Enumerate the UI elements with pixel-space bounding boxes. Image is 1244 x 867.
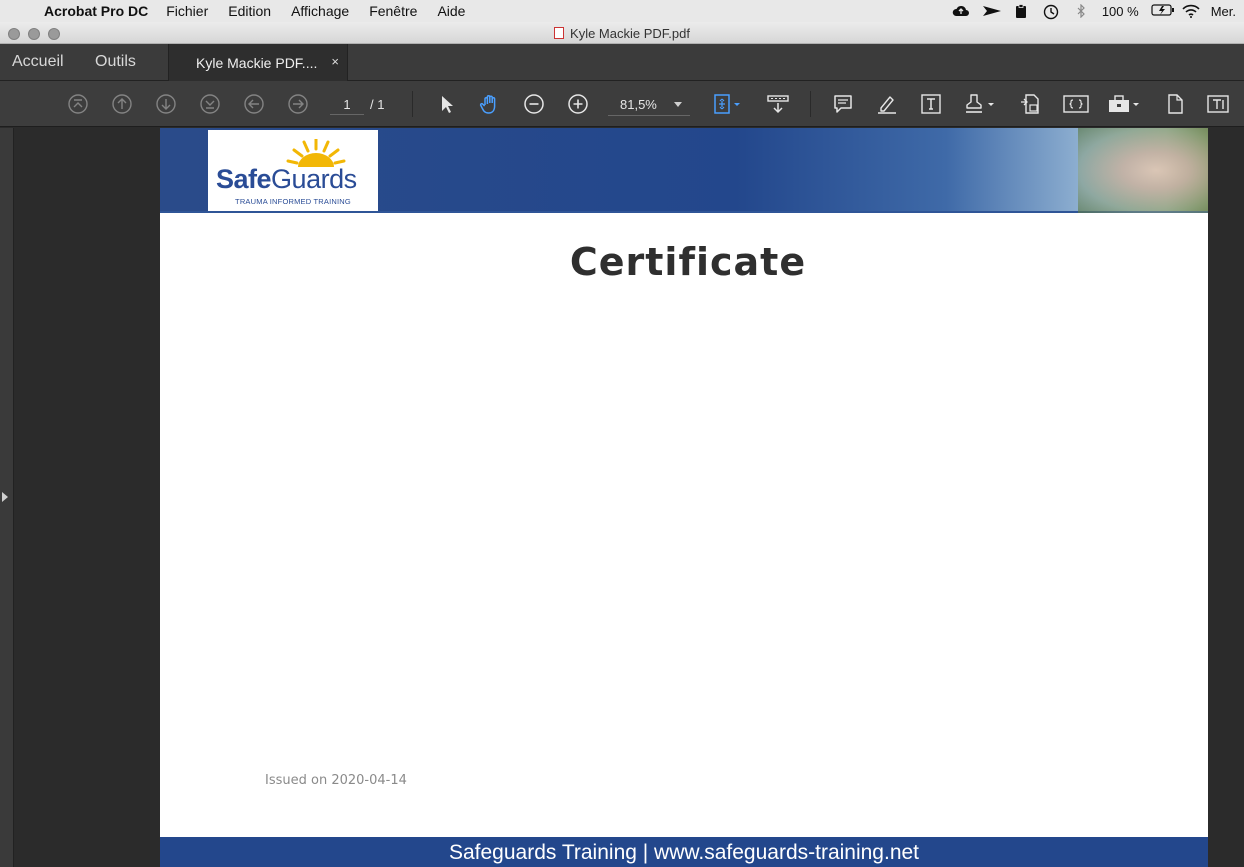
code-braces-icon[interactable] (1062, 92, 1090, 116)
scroll-mode-icon[interactable] (766, 92, 790, 116)
pdf-file-icon (554, 27, 565, 39)
fit-page-icon[interactable] (710, 92, 744, 116)
tab-outils[interactable]: Outils (95, 53, 136, 71)
hand-tool-icon[interactable] (478, 92, 502, 116)
document-background (1208, 128, 1244, 867)
previous-page-icon[interactable] (110, 92, 134, 116)
zoom-level-value: 81,5% (620, 97, 657, 112)
page-number-input[interactable]: 1 (330, 95, 364, 115)
window-title: Kyle Mackie PDF.pdf (0, 26, 1244, 41)
menu-bar: Acrobat Pro DC Fichier Edition Affichage… (0, 0, 1244, 22)
form-field-icon[interactable] (1206, 92, 1230, 116)
window-title-text: Kyle Mackie PDF.pdf (570, 26, 690, 41)
page-total: / 1 (370, 97, 385, 112)
next-page-icon[interactable] (154, 92, 178, 116)
menu-affichage[interactable]: Affichage (291, 3, 349, 19)
page-icon[interactable] (1163, 92, 1187, 116)
logo-tagline: TRAUMA INFORMED TRAINING (235, 197, 351, 206)
time-machine-icon[interactable] (1042, 4, 1060, 20)
bluetooth-icon[interactable] (1072, 3, 1090, 19)
main-toolbar: 1 / 1 81,5% (0, 81, 1244, 127)
menu-fichier[interactable]: Fichier (166, 3, 208, 19)
certificate-footer: Safeguards Training | www.safeguards-tra… (160, 837, 1208, 867)
airmail-icon[interactable] (982, 4, 1001, 18)
menu-edition[interactable]: Edition (228, 3, 271, 19)
comment-icon[interactable] (831, 92, 855, 116)
next-view-icon[interactable] (286, 92, 310, 116)
chevron-down-icon (674, 102, 682, 107)
hands-photo (1078, 128, 1208, 213)
menu-aide[interactable]: Aide (437, 3, 465, 19)
battery-percent: 100 % (1101, 3, 1139, 19)
close-tab-icon[interactable]: × (331, 54, 339, 69)
menubar-clock[interactable]: Mer. (1211, 4, 1236, 19)
file-convert-icon[interactable] (1018, 92, 1042, 116)
last-page-icon[interactable] (198, 92, 222, 116)
wifi-icon[interactable] (1181, 4, 1200, 18)
toolbar-divider (810, 91, 811, 117)
tab-accueil[interactable]: Accueil (12, 53, 64, 71)
clipboard-icon[interactable] (1012, 4, 1030, 18)
text-box-icon[interactable] (919, 92, 943, 116)
window-title-bar: Kyle Mackie PDF.pdf (0, 22, 1244, 44)
zoom-in-icon[interactable] (566, 92, 590, 116)
first-page-icon[interactable] (66, 92, 90, 116)
safeguards-logo: SafeGuards TRAUMA INFORMED TRAINING (208, 130, 378, 211)
certificate-title: Certificate (569, 240, 807, 284)
certificate-header-banner: SafeGuards TRAUMA INFORMED TRAINING (160, 128, 1208, 213)
select-cursor-icon[interactable] (434, 92, 458, 116)
previous-view-icon[interactable] (242, 92, 266, 116)
tab-bar: Accueil Outils Kyle Mackie PDF.... × (0, 44, 1244, 81)
toolbox-icon[interactable] (1106, 92, 1142, 116)
issued-date: Issued on 2020-04-14 (265, 773, 407, 788)
tab-document[interactable]: Kyle Mackie PDF.... × (168, 44, 348, 81)
cloud-upload-icon[interactable] (952, 4, 970, 18)
toolbar-divider (412, 91, 413, 117)
app-name-menu[interactable]: Acrobat Pro DC (44, 3, 148, 19)
stamp-icon[interactable] (962, 92, 998, 116)
logo-wordmark: SafeGuards (216, 164, 357, 194)
tab-document-label: Kyle Mackie PDF.... (196, 55, 318, 71)
left-panel-toggle[interactable] (0, 128, 14, 867)
expand-panel-icon[interactable] (2, 492, 8, 502)
pdf-page: SafeGuards TRAUMA INFORMED TRAINING Cert… (160, 128, 1208, 867)
battery-icon[interactable] (1151, 4, 1174, 18)
highlighter-icon[interactable] (875, 92, 899, 116)
zoom-out-icon[interactable] (522, 92, 546, 116)
menu-fenetre[interactable]: Fenêtre (369, 3, 417, 19)
zoom-level-select[interactable]: 81,5% (608, 94, 690, 116)
